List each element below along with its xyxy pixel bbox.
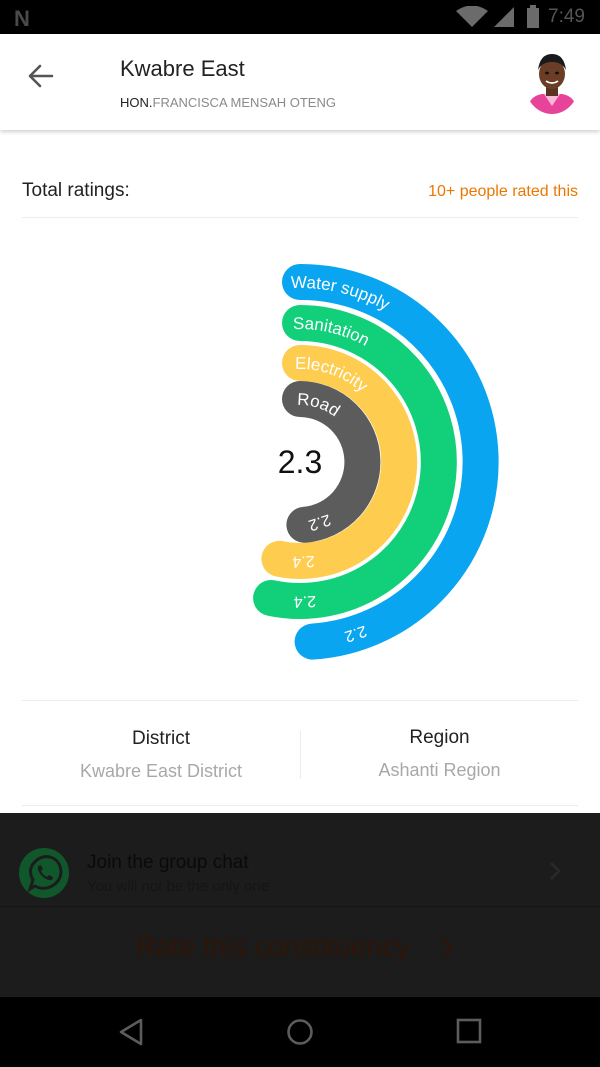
bottom-action-panel: Join the group chat You will not be the … <box>0 813 600 997</box>
ratings-radial-chart: Water supply2.2Sanitation2.4Electricity2… <box>253 263 499 660</box>
page-title: Kwabre East <box>120 56 245 81</box>
representative-name: HON.FRANCISCA MENSAH OTENG <box>120 95 336 110</box>
rate-constituency-button[interactable]: Rate this constituency <box>0 907 600 997</box>
arrow-left-icon <box>28 64 54 88</box>
representative-prefix: HON. <box>120 95 153 110</box>
recents-square-icon[interactable] <box>456 1018 482 1044</box>
ratings-count: 10+ people rated this <box>428 183 578 200</box>
district-value: Kwabre East District <box>79 761 243 781</box>
region-title: Region <box>409 727 470 748</box>
representative-avatar[interactable] <box>524 48 580 114</box>
average-rating-value: 2.3 <box>278 444 322 480</box>
district-column: District Kwabre East District <box>22 701 300 807</box>
value-label-sanitation: 2.4 <box>293 592 316 610</box>
group-chat-title: Join the group chat <box>87 852 249 873</box>
notification-n-icon: N <box>14 6 30 31</box>
battery-icon <box>527 5 539 28</box>
whatsapp-icon <box>19 848 69 898</box>
navigation-bar <box>0 997 600 1067</box>
location-info: District Kwabre East District Region Ash… <box>22 700 578 806</box>
representative-full-name: FRANCISCA MENSAH OTENG <box>152 95 336 110</box>
rate-constituency-label: Rate this constituency <box>136 931 410 962</box>
district-title: District <box>131 728 191 749</box>
region-column: Region Ashanti Region <box>300 727 578 780</box>
cell-signal-icon <box>494 7 514 27</box>
status-time: 7:49 <box>548 6 585 27</box>
group-chat-subtitle: You will not be the only one <box>87 878 270 895</box>
back-button[interactable] <box>22 60 62 92</box>
chevron-right-icon <box>443 939 454 957</box>
total-ratings-label: Total ratings: <box>22 180 130 201</box>
total-ratings-row: Total ratings: 10+ people rated this <box>22 178 578 218</box>
group-chat-button[interactable]: Join the group chat You will not be the … <box>0 813 600 907</box>
value-label-electricity: 2.4 <box>292 552 315 570</box>
status-bar: N 7:49 <box>0 0 600 34</box>
wifi-icon <box>456 6 488 27</box>
home-circle-icon[interactable] <box>286 1018 314 1046</box>
region-value: Ashanti Region <box>378 760 501 780</box>
chevron-right-icon <box>550 862 561 880</box>
app-header: Kwabre East HON.FRANCISCA MENSAH OTENG <box>0 34 600 130</box>
back-triangle-icon[interactable] <box>118 1018 144 1046</box>
